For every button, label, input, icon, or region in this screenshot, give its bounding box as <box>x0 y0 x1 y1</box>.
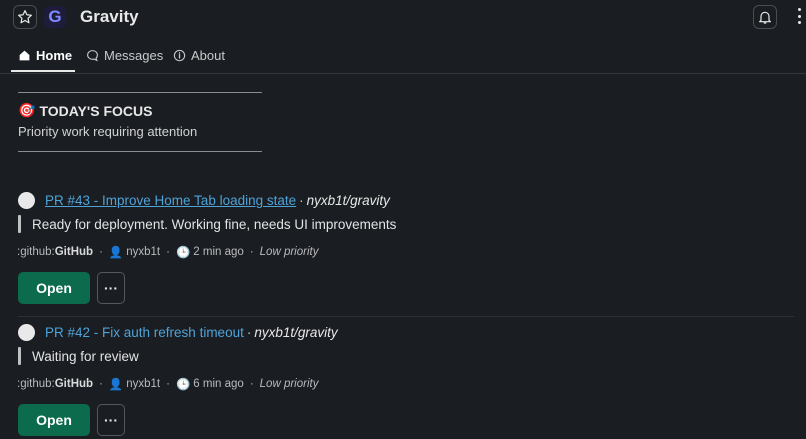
star-icon <box>18 10 32 24</box>
item-meta: :github: GitHub · 👤 nyxb1t · 🕒 6 min ago … <box>17 378 319 391</box>
more-actions-button[interactable]: ··· <box>97 404 125 436</box>
more-actions-button[interactable]: ··· <box>97 272 125 304</box>
target-icon: 🎯 <box>18 102 36 118</box>
overflow-menu-button[interactable] <box>798 8 806 24</box>
list-item-header: PR #43 - Improve Home Tab loading state … <box>18 192 390 209</box>
clock-icon: 🕒 <box>175 247 191 259</box>
clock-icon: 🕒 <box>175 379 191 391</box>
app-logo: G <box>44 6 66 28</box>
active-tab-indicator <box>11 70 75 72</box>
list-item-header: PR #42 - Fix auth refresh timeout · nyxb… <box>18 324 338 341</box>
repo-name: nyxb1t/gravity <box>306 193 390 208</box>
pr-link[interactable]: PR #42 - Fix auth refresh timeout <box>45 325 244 340</box>
user-icon: 👤 <box>108 379 124 391</box>
item-note: Ready for deployment. Working fine, need… <box>18 215 396 233</box>
chat-bubble-icon <box>87 50 98 62</box>
favorite-button[interactable] <box>13 5 37 29</box>
item-meta: :github: GitHub · 👤 nyxb1t · 🕒 2 min ago … <box>17 246 319 259</box>
home-icon <box>19 50 30 61</box>
info-icon <box>173 49 186 62</box>
item-note: Waiting for review <box>18 347 139 365</box>
item-separator <box>18 316 794 317</box>
focus-title: 🎯 TODAY'S FOCUS <box>18 102 153 119</box>
open-button[interactable]: Open <box>18 404 90 436</box>
pr-link[interactable]: PR #43 - Improve Home Tab loading state <box>45 193 296 208</box>
focus-subtitle: Priority work requiring attention <box>18 124 198 139</box>
user-icon: 👤 <box>108 247 124 259</box>
tab-bar: Home Messages About <box>0 40 806 74</box>
open-button[interactable]: Open <box>18 272 90 304</box>
tab-about[interactable]: About <box>173 48 225 63</box>
tab-home[interactable]: Home <box>18 48 72 63</box>
top-bar: G Gravity <box>0 0 806 36</box>
status-dot-icon <box>18 192 35 209</box>
repo-name: nyxb1t/gravity <box>254 325 338 340</box>
app-title: Gravity <box>80 7 139 26</box>
tab-messages[interactable]: Messages <box>86 48 163 63</box>
status-dot-icon <box>18 324 35 341</box>
bell-icon <box>759 11 771 24</box>
divider <box>18 151 262 152</box>
notifications-button[interactable] <box>753 5 777 29</box>
divider <box>18 92 262 93</box>
